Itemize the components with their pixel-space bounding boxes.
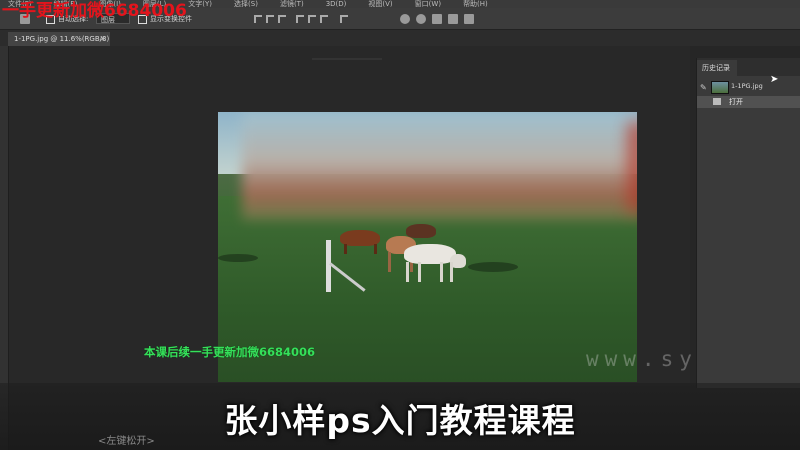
3d-rotate-icon[interactable] [400,14,410,24]
menu-window[interactable]: 窗口(W) [415,0,441,8]
history-item-open[interactable]: 打开 [697,96,800,108]
align-bottom-icon[interactable] [278,15,286,23]
canvas-guide [312,58,382,60]
history-tab[interactable]: 历史记录 [697,60,737,76]
horse-leg [418,262,421,282]
menu-type[interactable]: 文字(Y) [188,0,212,8]
3d-drag-icon[interactable] [432,14,442,24]
blurred-region [242,112,637,220]
document-tab-title: 1-1PG.jpg @ 11.6%(RGB/8) [14,35,110,43]
snapshot-label: 1-1PG.jpg [731,82,763,90]
panel-header: 历史记录 [697,58,800,76]
horse-leg [406,262,409,282]
green-overlay-caption: 本课后续一手更新加微6684006 [144,345,316,359]
document-tab-bar: 1-1PG.jpg @ 11.6%(RGB/8) × [0,30,800,46]
distribute-icon[interactable] [340,15,348,23]
blurred-red-region [628,122,637,212]
horse-leg [450,262,453,282]
history-snapshot[interactable]: ✎ 1-1PG.jpg [697,80,800,94]
horse-leg [374,244,377,254]
horse-shadow [468,262,518,272]
align-right-icon[interactable] [320,15,328,23]
menu-help[interactable]: 帮助(H) [463,0,488,8]
horse-leg [344,244,347,254]
align-vcenter-icon[interactable] [266,15,274,23]
history-item-label: 打开 [729,98,743,106]
horse-leg [388,252,391,272]
history-panel: 历史记录 ✎ 1-1PG.jpg 打开 [696,58,800,388]
history-brush-icon[interactable]: ✎ [700,83,707,92]
align-hcenter-icon[interactable] [308,15,316,23]
action-hint: <左键松开> [98,436,155,447]
menu-select[interactable]: 选择(S) [234,0,258,8]
align-left-icon[interactable] [296,15,304,23]
3d-slide-icon[interactable] [448,14,458,24]
snapshot-thumbnail [711,81,729,94]
document-tab[interactable]: 1-1PG.jpg @ 11.6%(RGB/8) × [8,32,110,46]
top-red-watermark: 一手更新加微6684006 [2,1,187,21]
horse-leg [440,262,443,282]
align-top-icon[interactable] [254,15,262,23]
menu-3d[interactable]: 3D(D) [326,0,347,8]
mouse-cursor-icon: ➤ [770,74,779,85]
menu-filter[interactable]: 滤镜(T) [280,0,304,8]
horse-shadow [218,254,258,262]
horse-photo[interactable] [218,112,637,382]
menu-view[interactable]: 视图(V) [368,0,392,8]
3d-scale-icon[interactable] [464,14,474,24]
dark-horse [406,224,436,238]
3d-roll-icon[interactable] [416,14,426,24]
document-icon [713,98,721,105]
close-icon[interactable]: × [99,32,106,46]
white-horse [404,244,456,264]
